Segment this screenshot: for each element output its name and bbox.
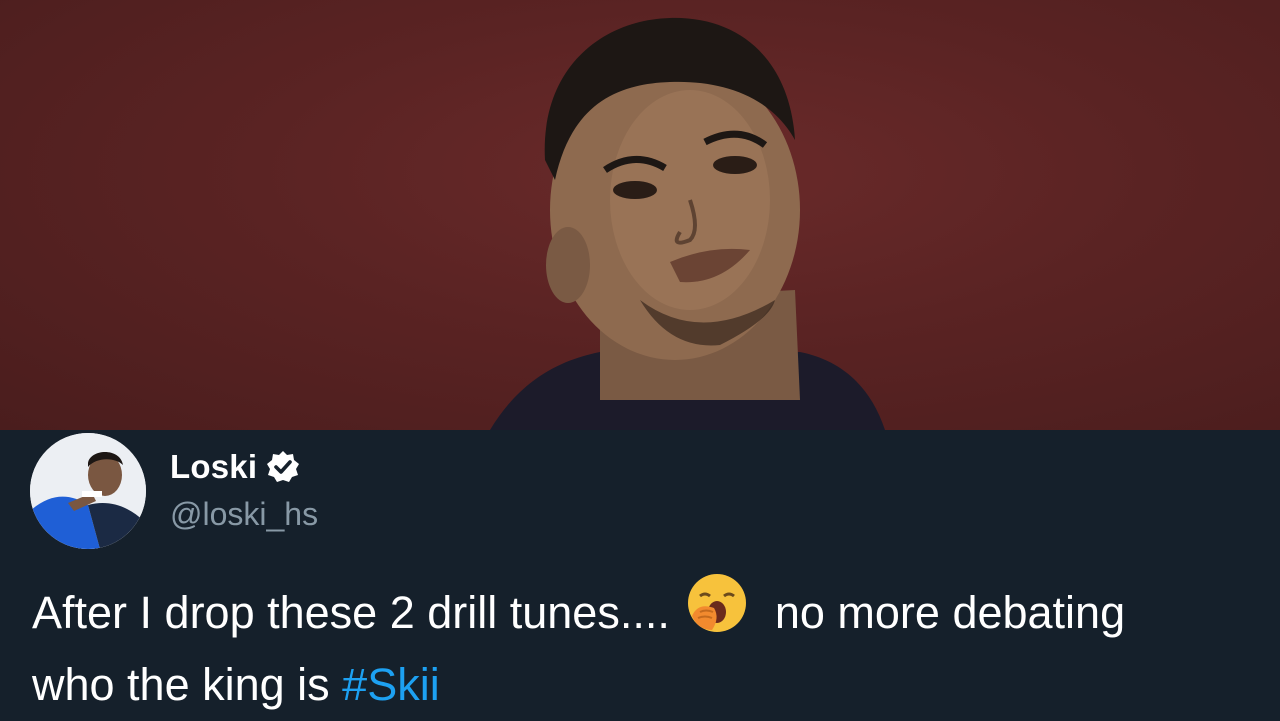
avatar-image <box>30 433 146 549</box>
display-name[interactable]: Loski <box>170 448 257 486</box>
page: Loski @loski_hs After I drop these 2 dri… <box>0 0 1280 720</box>
tweet-text-line-2: who the king is #Skii <box>32 649 1272 721</box>
author-handle[interactable]: @loski_hs <box>170 496 318 533</box>
tweet-text-part: no more debating <box>774 587 1126 638</box>
avatar[interactable] <box>30 433 146 549</box>
tweet-text-part: who the king is <box>32 659 343 710</box>
portrait-illustration <box>490 17 885 430</box>
author-name-row: Loski <box>170 448 301 486</box>
tweet-text: After I drop these 2 drill tunes.... no … <box>32 572 1272 721</box>
verified-badge-icon <box>265 449 301 485</box>
tweet-text-line-1: After I drop these 2 drill tunes.... no … <box>32 572 1272 649</box>
header-photo <box>0 0 1280 430</box>
yawning-face-emoji-icon <box>686 572 748 634</box>
tweet-text-part: After I drop these 2 drill tunes.... <box>32 587 670 638</box>
hashtag-link[interactable]: #Skii <box>342 659 440 710</box>
